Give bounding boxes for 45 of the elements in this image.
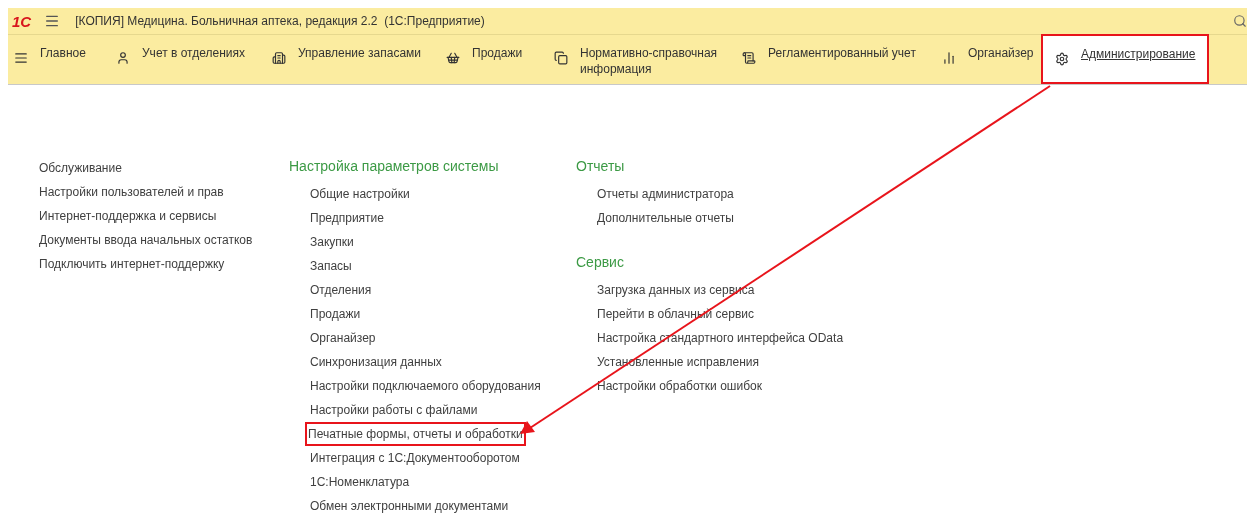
settings-link[interactable]: Настройки подключаемого оборудования — [308, 374, 543, 398]
settings-link[interactable]: Настройки обработки ошибок — [595, 374, 764, 398]
settings-link[interactable]: Запасы — [308, 254, 354, 278]
settings-icon — [1055, 52, 1069, 66]
admin-link[interactable]: Интернет-поддержка и сервисы — [39, 204, 217, 228]
group-heading: Отчеты — [576, 157, 625, 176]
admin-link[interactable]: Настройки пользователей и прав — [39, 180, 224, 204]
settings-link[interactable]: Интеграция с 1С:Документооборотом — [308, 446, 522, 470]
settings-link[interactable]: Отделения — [308, 278, 374, 302]
group-heading: Настройка параметров системы — [289, 157, 499, 176]
basket-icon — [446, 51, 460, 65]
settings-link[interactable]: Настройки работы с файлами — [308, 398, 480, 422]
settings-link[interactable]: Предприятие — [308, 206, 386, 230]
admin-link[interactable]: Обслуживание — [39, 156, 122, 180]
pages-icon — [554, 51, 568, 65]
section-tab[interactable]: Органайзер — [936, 35, 1041, 84]
bar-chart-icon — [942, 51, 956, 65]
building-icon — [272, 51, 286, 65]
menu-icon[interactable] — [44, 13, 61, 29]
section-tab[interactable]: Учет в отделениях — [110, 35, 266, 84]
person-icon — [116, 51, 130, 65]
window-title: [КОПИЯ] Медицина. Больничная аптека, редакция 2.2 (1С:Предприятие) — [75, 13, 485, 30]
settings-link[interactable]: Закупки — [308, 230, 356, 254]
search-icon[interactable] — [1233, 14, 1247, 28]
section-tab[interactable]: Администрирование — [1041, 34, 1209, 84]
section-tab[interactable]: Главное — [8, 35, 110, 84]
group-heading: Сервис — [576, 253, 624, 272]
app-logo: 1С — [12, 13, 32, 29]
settings-link[interactable]: Общие настройки — [308, 182, 412, 206]
document-icon — [742, 51, 756, 65]
settings-link[interactable]: Дополнительные отчеты — [595, 206, 736, 230]
section-tab[interactable]: Управление запасами — [266, 35, 440, 84]
settings-link[interactable]: Синхронизация данных — [308, 350, 444, 374]
admin-link[interactable]: Документы ввода начальных остатков — [39, 228, 253, 252]
settings-link[interactable]: Органайзер — [308, 326, 378, 350]
section-tab[interactable]: Регламентированный учет — [736, 35, 936, 84]
settings-link[interactable]: Печатные формы, отчеты и обработки — [305, 422, 526, 446]
settings-link[interactable]: 1С:Номенклатура — [308, 470, 412, 494]
list-icon — [14, 51, 28, 65]
section-tab[interactable]: Нормативно-справочная информация — [548, 35, 736, 84]
settings-link[interactable]: Обмен электронными документами — [308, 494, 511, 518]
section-tab[interactable]: Продажи — [440, 35, 548, 84]
settings-link[interactable]: Отчеты администратора — [595, 182, 736, 206]
admin-link[interactable]: Подключить интернет-поддержку — [39, 252, 225, 276]
settings-link[interactable]: Продажи — [308, 302, 363, 326]
